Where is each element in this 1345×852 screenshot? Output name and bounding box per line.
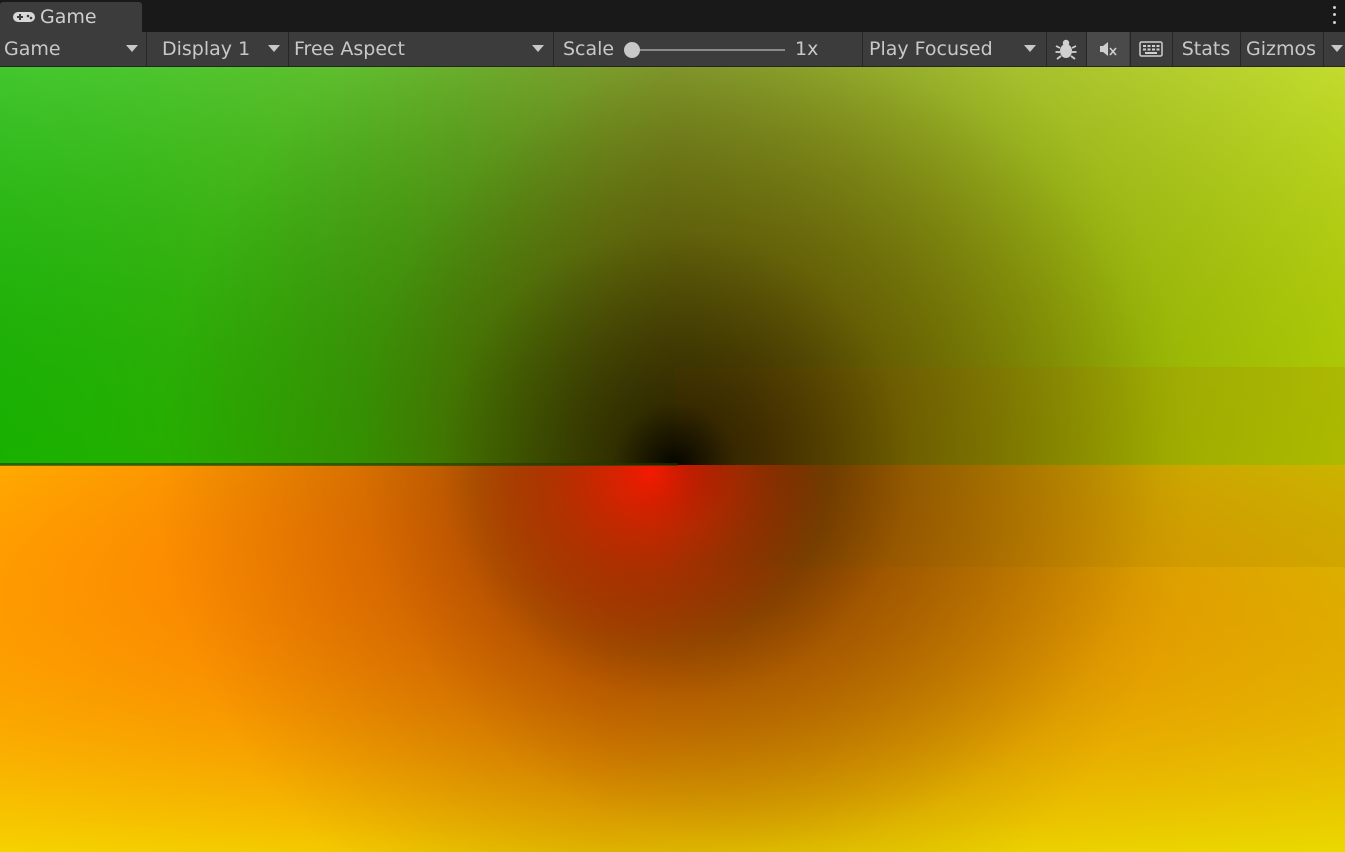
chevron-down-icon [532, 45, 544, 52]
tab-game[interactable]: Game [0, 2, 142, 32]
game-view-viewport[interactable] [0, 67, 1345, 852]
scale-value: 1x [795, 32, 855, 66]
game-render [0, 67, 1345, 852]
stats-label: Stats [1181, 38, 1231, 60]
play-mode-label: Play Focused [869, 38, 993, 60]
gizmos-label: Gizmos [1245, 38, 1316, 60]
scale-slider-track[interactable] [632, 49, 785, 51]
chevron-down-icon [268, 45, 280, 52]
scale-slider-thumb[interactable] [624, 42, 640, 58]
tab-title: Game [40, 6, 97, 28]
tab-bar: Game [0, 0, 1345, 32]
scale-label: Scale [563, 32, 623, 66]
view-dropdown[interactable]: Game [4, 32, 146, 66]
kebab-menu-icon[interactable] [1329, 4, 1339, 26]
scale-label-text: Scale [563, 38, 615, 60]
mute-audio-icon[interactable] [1087, 32, 1129, 66]
chevron-down-icon [126, 45, 138, 52]
keyboard-icon[interactable] [1131, 32, 1171, 66]
chevron-down-icon [1024, 45, 1036, 52]
stats-button[interactable]: Stats [1173, 32, 1239, 66]
aspect-dropdown-label: Free Aspect [294, 38, 405, 60]
gamepad-icon [12, 10, 36, 24]
game-toolbar: Game Display 1 Free Aspect Scale 1x Play… [0, 32, 1345, 67]
gizmos-button[interactable]: Gizmos [1241, 32, 1321, 66]
display-dropdown-label: Display 1 [162, 38, 251, 60]
bug-icon[interactable] [1047, 32, 1085, 66]
chevron-down-icon [1331, 45, 1343, 52]
scale-value-text: 1x [795, 38, 819, 60]
play-mode-dropdown[interactable]: Play Focused [869, 32, 1039, 66]
view-dropdown-label: Game [4, 38, 61, 60]
aspect-dropdown[interactable]: Free Aspect [294, 32, 550, 66]
